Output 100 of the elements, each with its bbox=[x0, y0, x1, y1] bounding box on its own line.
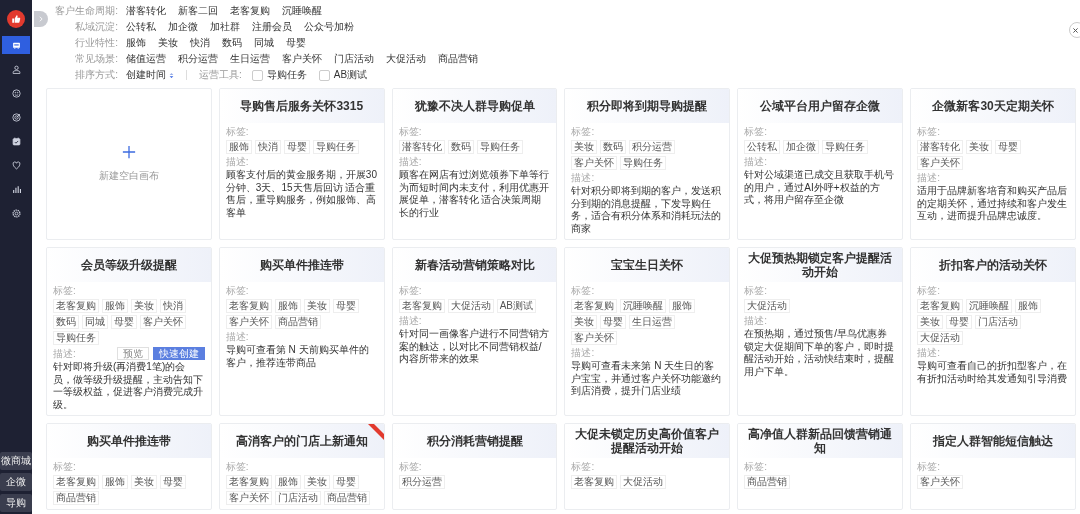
template-card[interactable]: 新春活动营销策略对比 标签: 老客复购 大促活动 AB测试 描述: 针对同一画像客户进行不同营销方案的触达，以对比不同营销权益/内容所带来的效果 bbox=[391, 247, 558, 416]
template-card[interactable]: 大促未锁定历史高价值客户提醒活动开始 标签: 老客复购 大促活动 bbox=[564, 423, 731, 510]
filter-option[interactable]: 新客二回 bbox=[178, 4, 218, 18]
sidebar-link[interactable]: 导购 bbox=[0, 494, 32, 512]
template-card[interactable]: 犹豫不决人群导购促单 标签: 潜客转化 数码 导购任务 描述: 顾客在网店有过浏览领券下单等行为而短时间内未支付，利用优惠开展促单，潜客转化 适合决策周期长的行业 bbox=[391, 88, 558, 240]
filter-option[interactable]: 生日运营 bbox=[230, 52, 270, 66]
tags-label: 标签: bbox=[53, 285, 77, 297]
tag: 美妆 bbox=[571, 140, 598, 154]
filter-option[interactable]: 储值运营 bbox=[126, 52, 166, 66]
template-card[interactable]: 宝宝生日关怀 标签: 老客复购 沉睡唤醒 服饰 美妆 母婴 生日运营 客户关怀 描述: 导购可查看未来第 N 天生日的客户宝宝，并通过客户关怀功能邀约到店消费，提升门店业绩 bbox=[564, 247, 731, 416]
filter-option[interactable]: 大促活动 bbox=[386, 52, 426, 66]
tag: 母婴 bbox=[332, 299, 359, 313]
tag: 公转私 bbox=[744, 140, 781, 154]
card-title: 企微新客30天定期关怀 bbox=[932, 99, 1054, 113]
filter-option[interactable]: 公转私 bbox=[126, 20, 156, 34]
tool-checkbox[interactable]: 导购任务 bbox=[251, 68, 307, 82]
tag: 客户关怀 bbox=[571, 331, 618, 345]
filter-option[interactable]: 公众号加粉 bbox=[304, 20, 354, 34]
filter-option[interactable]: 商品营销 bbox=[438, 52, 478, 66]
description-label: 描述: bbox=[571, 347, 595, 359]
filter-option[interactable]: 积分运营 bbox=[178, 52, 218, 66]
filter-option[interactable]: 加企微 bbox=[168, 20, 198, 34]
filter-option[interactable]: 美妆 bbox=[158, 36, 178, 50]
tool-checkbox[interactable]: AB测试 bbox=[318, 68, 368, 82]
card-description: 针对同一画像客户进行不同营销方案的触达，以对比不同营销权益/内容所带来的效果 bbox=[398, 328, 550, 366]
tags-label: 标签: bbox=[744, 461, 769, 473]
description-label: 描述: bbox=[744, 315, 768, 327]
card-description: 针对积分即将到期的客户，发送积分到期的消息提醒，下发导购任务，适合有积分体系和消耗玩法的商家 bbox=[571, 185, 723, 235]
tools-label: 运营工具: bbox=[199, 68, 242, 82]
tag: 商品营销 bbox=[53, 491, 99, 505]
tag: 沉睡唤醒 bbox=[966, 299, 1013, 313]
tag: 潜客转化 bbox=[917, 140, 964, 154]
tags-label: 标签: bbox=[917, 285, 941, 297]
filter-option[interactable]: 潜客转化 bbox=[126, 4, 166, 18]
quick-create-button[interactable]: 快速创建 bbox=[152, 347, 205, 360]
sidebar-link[interactable]: 微商城 bbox=[0, 452, 32, 470]
filter-option[interactable]: 服饰 bbox=[126, 36, 146, 50]
filter-option[interactable]: 母婴 bbox=[286, 36, 306, 50]
tag: 客户关怀 bbox=[917, 156, 964, 170]
template-card[interactable]: 会员等级升级提醒 标签: 老客复购 服饰 美妆 快消 数码 同城 母婴 客户关怀 导购任务 描述: 预览 快速创建 针对即将升级(再消费1笔)的会员，做等级升级提醒，主动告知下一等级权益，促进客户消费完成升级。 bbox=[46, 247, 212, 416]
tags-label: 标签: bbox=[398, 126, 423, 138]
tag: 服饰 bbox=[102, 475, 128, 489]
filter-option[interactable]: 加社群 bbox=[210, 20, 240, 34]
card-title: 新春活动营销策略对比 bbox=[414, 258, 535, 272]
filter-option[interactable]: 数码 bbox=[222, 36, 242, 50]
card-description: 顾客在网店有过浏览领券下单等行为而短时间内未支付，利用优惠开展促单，潜客转化 适合决策周期长的行业 bbox=[398, 169, 550, 219]
tag: 老客复购 bbox=[571, 475, 618, 489]
description-label: 描述: bbox=[571, 172, 595, 184]
tag: 母婴 bbox=[995, 140, 1022, 154]
template-card[interactable]: 导购售后服务关怀3315 标签: 服饰 快消 母婴 导购任务 描述: 顾客支付后的黄金服务期，开展30分钟、3天、15天售后回访 适合重售后，重导购服务，例如服饰、高客单 bbox=[218, 88, 385, 240]
card-title: 购买单件推连带 bbox=[259, 258, 344, 272]
filter-option[interactable]: 注册会员 bbox=[252, 20, 292, 34]
template-card[interactable]: 公域平台用户留存企微 标签: 公转私 加企微 导购任务 描述: 针对公域渠道已成交且获取手机号的用户，通过AI外呼+权益的方式，将用户留存至企微 bbox=[737, 88, 904, 240]
tag: 服饰 bbox=[274, 299, 301, 313]
new-canvas-label: 新建空白画布 bbox=[98, 169, 159, 183]
description-label: 描述: bbox=[917, 172, 940, 184]
template-card[interactable]: 购买单件推连带 标签: 老客复购 服饰 美妆 母婴 客户关怀 商品营销 描述: 导购可查看第 N 天前购买单件的客户，推荐连带商品 bbox=[218, 247, 385, 416]
tag: 快消 bbox=[254, 140, 281, 154]
tags-label: 标签: bbox=[398, 285, 423, 297]
template-card[interactable]: 购买单件推连带 标签: 老客复购 服饰 美妆 母婴 商品营销 bbox=[46, 423, 212, 510]
tags-label: 标签: bbox=[917, 461, 941, 473]
filter-option[interactable]: 沉睡唤醒 bbox=[282, 4, 322, 18]
template-card[interactable]: 高消客户的门店上新通知 标签: 老客复购 服饰 美妆 母婴 客户关怀 门店活动 商品营销 bbox=[218, 423, 385, 510]
filter-option[interactable]: 门店活动 bbox=[334, 52, 374, 66]
filter-option[interactable]: 老客复购 bbox=[230, 4, 270, 18]
checkbox-label: 导购任务 bbox=[266, 68, 307, 82]
description-label: 描述: bbox=[225, 331, 249, 343]
tag: 美妆 bbox=[571, 315, 598, 329]
template-card[interactable]: 积分消耗营销提醒 标签: 积分运营 bbox=[391, 423, 558, 510]
template-card[interactable]: 企微新客30天定期关怀 标签: 潜客转化 美妆 母婴 客户关怀 描述: 适用于品牌新客培育和购买产品后的定期关怀，通过持续和客户发生互动，进而提升品牌忠诚度。 bbox=[910, 88, 1076, 240]
template-card[interactable]: 指定人群智能短信触达 标签: 客户关怀 bbox=[910, 423, 1076, 510]
tag: AB测试 bbox=[496, 299, 536, 313]
filter-option[interactable]: 客户关怀 bbox=[282, 52, 322, 66]
card-title: 犹豫不决人群导购促单 bbox=[414, 99, 535, 113]
tag: 老客复购 bbox=[53, 299, 99, 313]
tag: 老客复购 bbox=[225, 475, 272, 489]
tag: 老客复购 bbox=[225, 299, 272, 313]
description-label: 描述: bbox=[398, 315, 422, 327]
sort-dropdown[interactable]: 创建时间 bbox=[126, 68, 174, 82]
filter-option[interactable]: 同城 bbox=[254, 36, 274, 50]
card-title: 折扣客户的活动关怀 bbox=[939, 258, 1048, 272]
template-card[interactable]: 折扣客户的活动关怀 标签: 老客复购 沉睡唤醒 服饰 美妆 母婴 门店活动 大促活动 描述: 导购可查看自己的折扣型客户，在有折扣活动时给其发通知引导消费 bbox=[910, 247, 1076, 416]
template-card[interactable]: 积分即将到期导购提醒 标签: 美妆 数码 积分运营 客户关怀 导购任务 描述: 针对积分即将到期的客户，发送积分到期的消息提醒，下发导购任务，适合有积分体系和消耗玩法的商家 bbox=[564, 88, 731, 240]
tag: 数码 bbox=[447, 140, 474, 154]
tag: 服饰 bbox=[669, 299, 696, 313]
sidebar-link[interactable]: 企微 bbox=[0, 473, 32, 491]
tag: 客户关怀 bbox=[140, 315, 186, 329]
tag: 服饰 bbox=[274, 475, 301, 489]
preview-button[interactable]: 预览 bbox=[116, 347, 149, 360]
tag: 服饰 bbox=[225, 140, 252, 154]
tag: 大促活动 bbox=[620, 475, 667, 489]
tag: 美妆 bbox=[303, 475, 330, 489]
tag: 商品营销 bbox=[323, 491, 370, 505]
card-description: 针对即将升级(再消费1笔)的会员，做等级升级提醒，主动告知下一等级权益，促进客户消费完成升级。 bbox=[53, 361, 204, 411]
template-card[interactable]: 高净值人群新品回馈营销通知 标签: 商品营销 bbox=[737, 423, 904, 510]
template-card[interactable]: 大促预热期锁定客户提醒活动开始 标签: 大促活动 描述: 在预热期，通过预售/早鸟优惠券锁定大促期间下单的客户，即时提醒活动开始，活动快结束时，提醒用户下单。 bbox=[737, 247, 904, 416]
tag: 门店活动 bbox=[975, 315, 1022, 329]
filter-option[interactable]: 快消 bbox=[190, 36, 210, 50]
filter-label: 行业特性: bbox=[74, 36, 118, 50]
tag: 母婴 bbox=[600, 315, 627, 329]
